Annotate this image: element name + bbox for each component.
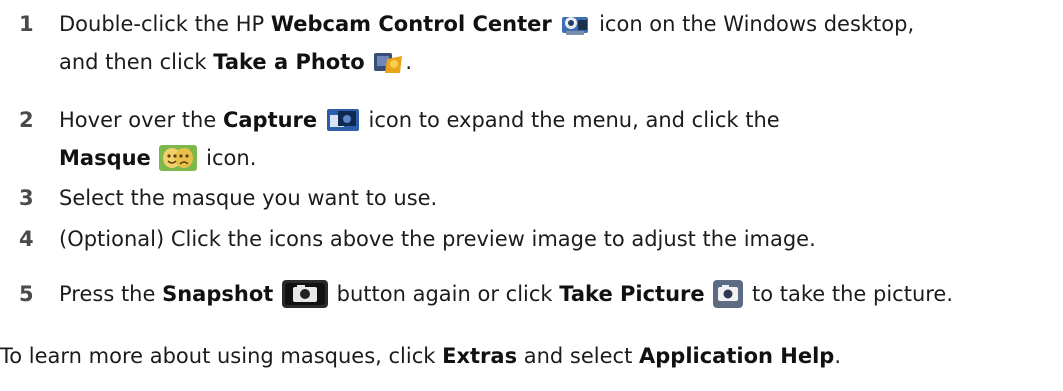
take-a-photo-icon [373, 49, 403, 75]
take-a-photo-label: Take a Photo [213, 50, 365, 74]
step-5-text: Press the Snapshot button again or click… [59, 280, 954, 308]
webcam-control-center-label: Webcam Control Center [270, 12, 552, 36]
step-2-line-2: Masque icon. [59, 145, 257, 171]
step-3-text: Select the masque you want to use. [59, 186, 438, 210]
step-number: 4 [19, 227, 34, 251]
extras-label: Extras [442, 344, 518, 368]
take-picture-label: Take Picture [559, 282, 705, 306]
step-2-line-1: Hover over the Capture icon to expand th… [59, 107, 780, 133]
masque-icon [159, 145, 198, 171]
snapshot-button-icon [281, 280, 328, 308]
webcam-control-center-icon [560, 11, 590, 37]
step-number: 3 [19, 186, 34, 210]
capture-label: Capture [222, 108, 318, 132]
step-4-text: (Optional) Click the icons above the pre… [59, 227, 816, 251]
step-number: 5 [19, 282, 34, 306]
step-number: 1 [19, 12, 34, 36]
step-number: 2 [19, 108, 34, 132]
snapshot-label: Snapshot [162, 282, 274, 306]
step-1-line-1: Double-click the HP Webcam Control Cente… [59, 11, 915, 37]
step-1-line-2: and then click Take a Photo . [59, 49, 413, 75]
take-picture-icon [713, 280, 744, 308]
application-help-label: Application Help [639, 344, 835, 368]
help-note: To learn more about using masques, click… [0, 344, 842, 368]
capture-icon [326, 107, 360, 133]
masque-label: Masque [59, 146, 151, 170]
